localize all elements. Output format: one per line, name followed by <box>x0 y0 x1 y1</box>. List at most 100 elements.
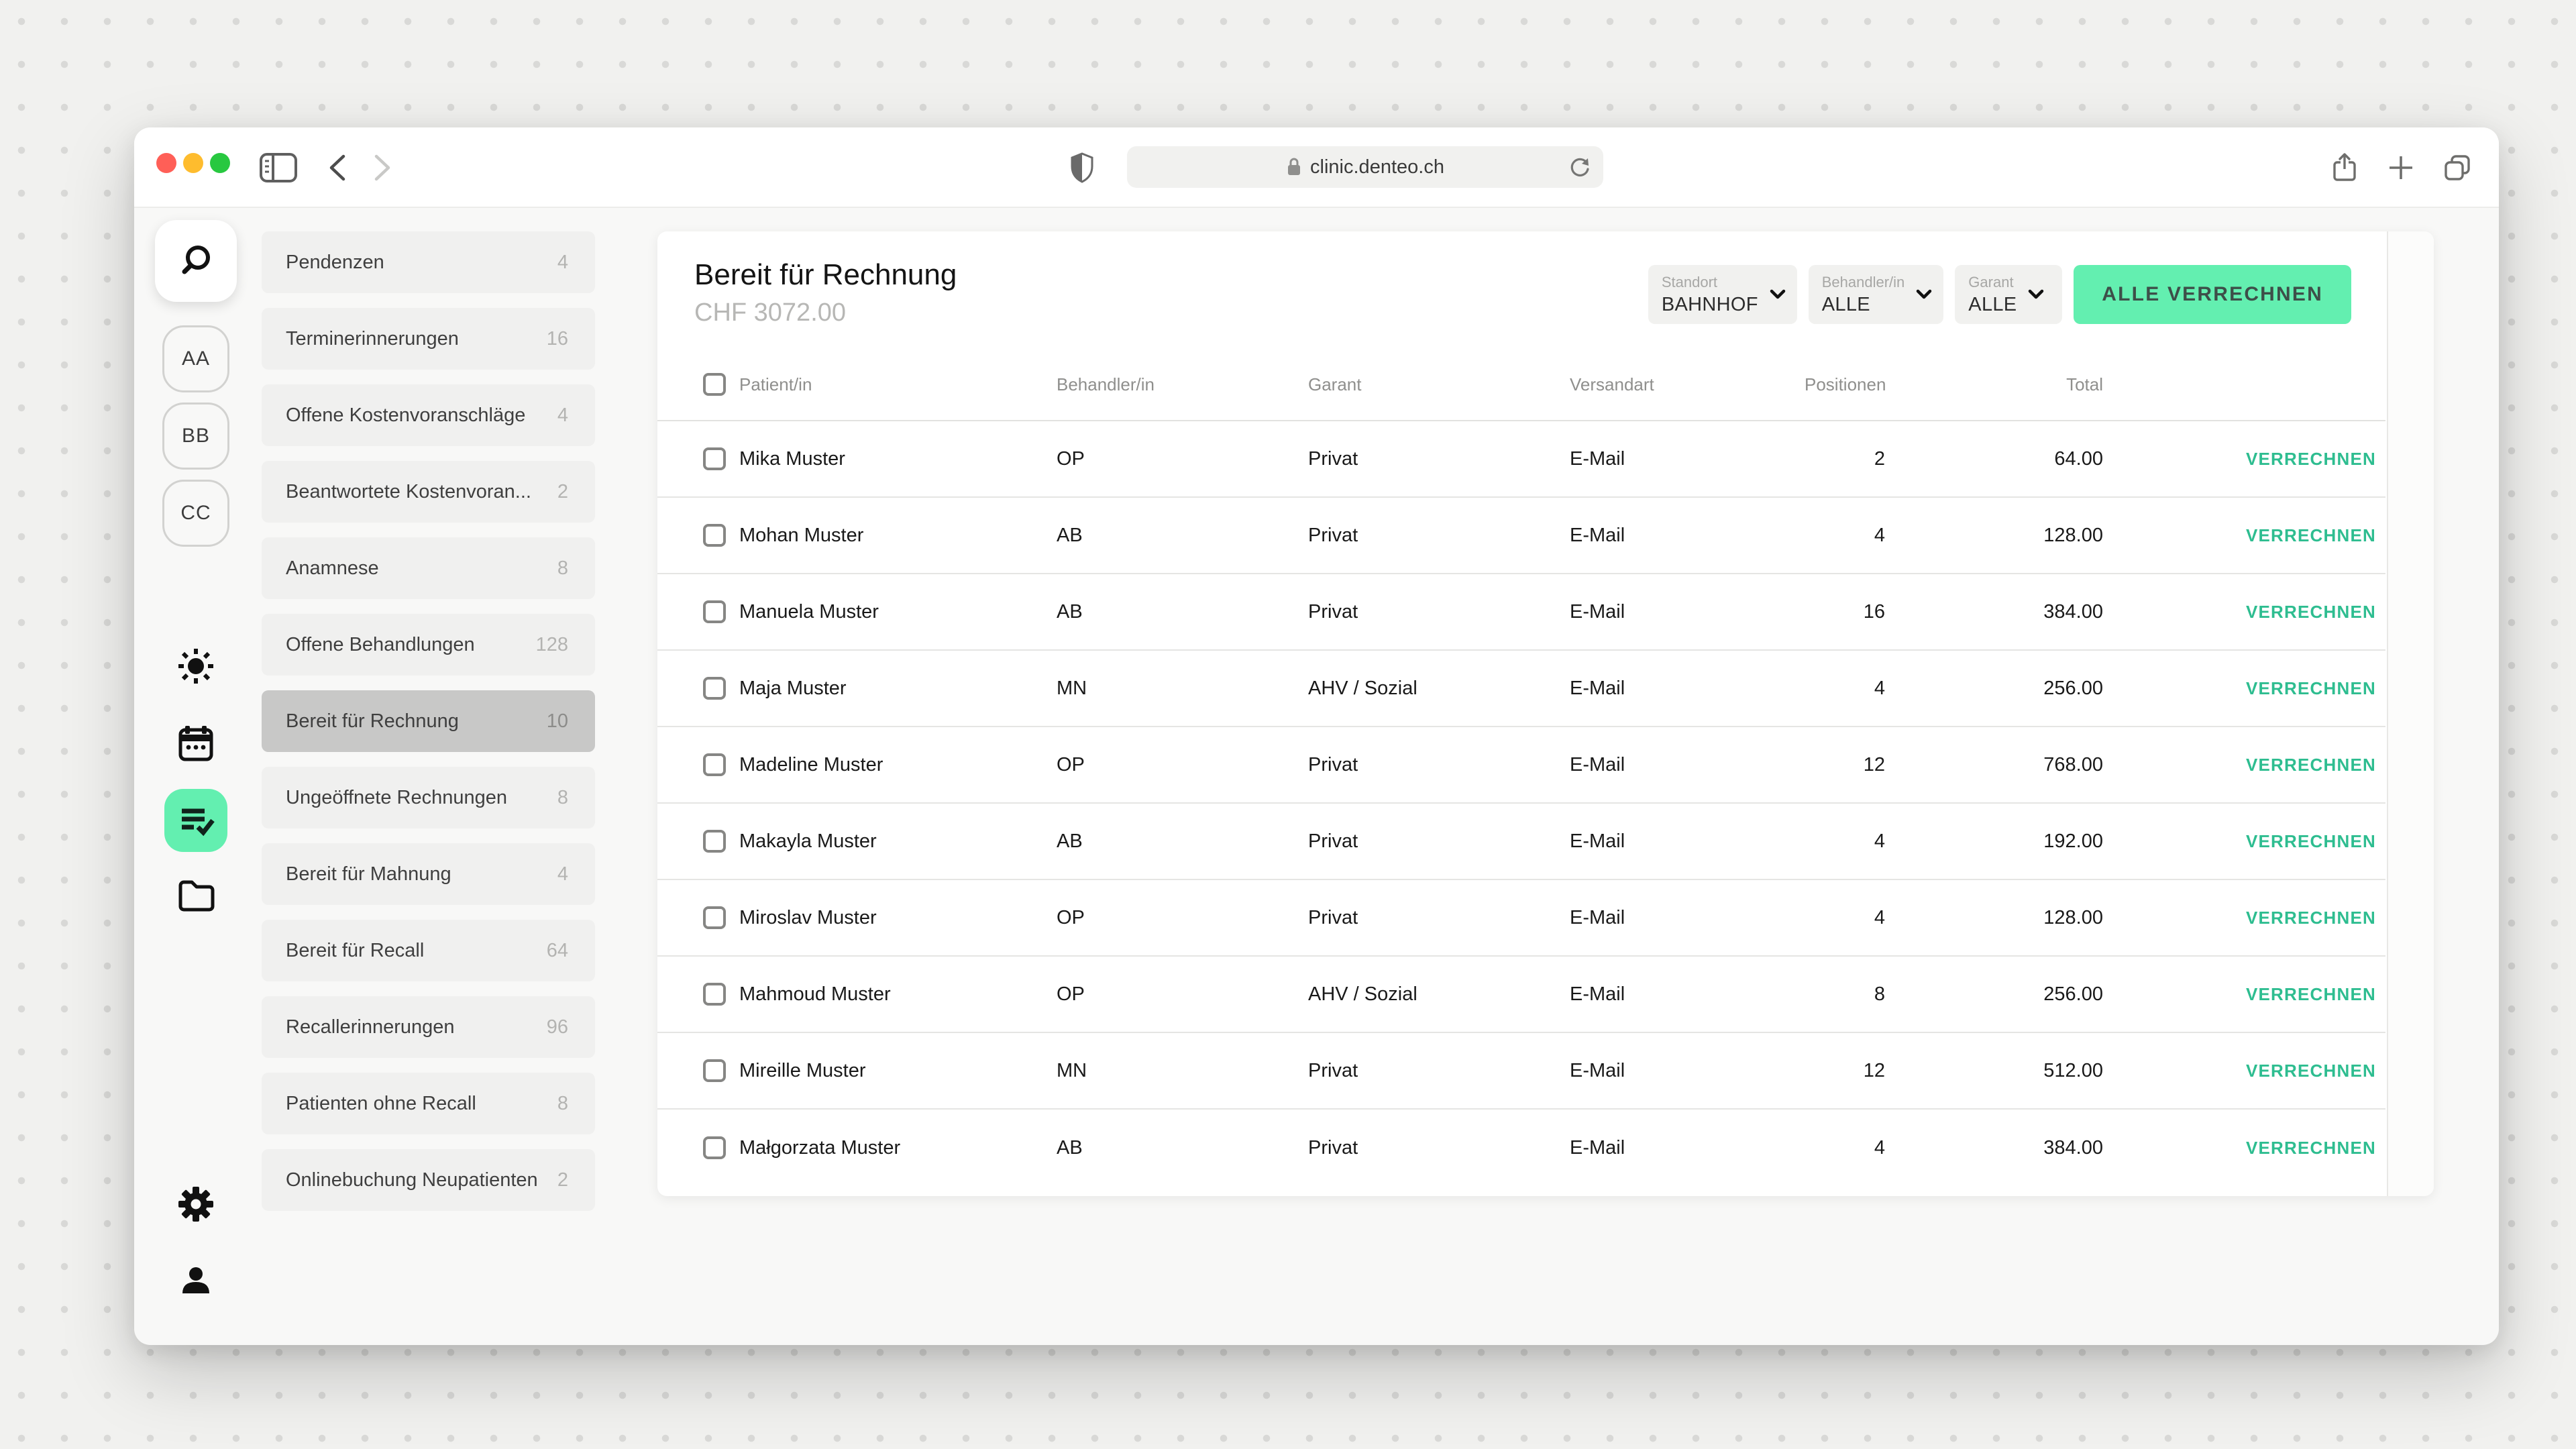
tabs-overview-icon[interactable] <box>2440 127 2474 208</box>
row-checkbox[interactable] <box>703 677 726 700</box>
sidebar-item[interactable]: Onlinebuchung Neupatienten 2 <box>262 1149 595 1211</box>
table-row[interactable]: Mika Muster OP Privat E-Mail 2 64.00 VER… <box>657 421 2385 498</box>
cell-behandler: OP <box>1057 983 1308 1006</box>
documents-button[interactable] <box>177 879 216 912</box>
verrechnen-link[interactable]: VERRECHNEN <box>2103 449 2385 470</box>
share-icon[interactable] <box>2329 127 2360 208</box>
table-row[interactable]: Miroslav Muster OP Privat E-Mail 4 128.0… <box>657 880 2385 957</box>
settings-button[interactable] <box>177 1185 215 1223</box>
forward-icon[interactable] <box>369 127 396 208</box>
theme-button[interactable] <box>177 647 215 685</box>
sidebar-item[interactable]: Ungeöffnete Rechnungen 8 <box>262 767 595 828</box>
verrechnen-link[interactable]: VERRECHNEN <box>2103 525 2385 546</box>
row-checkbox[interactable] <box>703 753 726 776</box>
privacy-shield-icon[interactable] <box>1067 127 1097 208</box>
table-row[interactable]: Makayla Muster AB Privat E-Mail 4 192.00… <box>657 804 2385 880</box>
browser-titlebar: clinic.denteo.ch <box>134 127 2499 208</box>
row-checkbox[interactable] <box>703 447 726 470</box>
filter-value: ALLE <box>1822 294 1870 316</box>
avatar[interactable]: BB <box>162 402 229 470</box>
avatar[interactable]: AA <box>162 325 229 392</box>
cell-garant: Privat <box>1308 830 1570 853</box>
table-row[interactable]: Madeline Muster OP Privat E-Mail 12 768.… <box>657 727 2385 804</box>
table-row[interactable]: Mahmoud Muster OP AHV / Sozial E-Mail 8 … <box>657 957 2385 1033</box>
sidebar-item[interactable]: Recallerinnerungen 96 <box>262 996 595 1058</box>
minimize-window-button[interactable] <box>183 153 203 173</box>
sidebar-toggle-icon[interactable] <box>260 127 297 208</box>
browser-window: clinic.denteo.ch <box>134 127 2499 1345</box>
verrechnen-link[interactable]: VERRECHNEN <box>2103 1138 2385 1159</box>
table-row[interactable]: Mohan Muster AB Privat E-Mail 4 128.00 V… <box>657 498 2385 574</box>
row-checkbox[interactable] <box>703 983 726 1006</box>
sidebar-item-label: Recallerinnerungen <box>286 1016 547 1038</box>
zoom-window-button[interactable] <box>210 153 230 173</box>
sidebar-item-label: Beantwortete Kostenvoran... <box>286 481 557 503</box>
sidebar-item[interactable]: Terminerinnerungen 16 <box>262 308 595 370</box>
cell-behandler: OP <box>1057 907 1308 929</box>
sun-icon <box>177 647 215 685</box>
verrechnen-link[interactable]: VERRECHNEN <box>2103 602 2385 623</box>
calendar-button[interactable] <box>177 724 215 762</box>
url-bar[interactable]: clinic.denteo.ch <box>1127 146 1603 188</box>
row-checkbox[interactable] <box>703 906 726 929</box>
new-tab-icon[interactable] <box>2385 127 2416 208</box>
reload-icon[interactable] <box>1567 154 1593 180</box>
verrechnen-link[interactable]: VERRECHNEN <box>2103 908 2385 928</box>
sidebar-item[interactable]: Beantwortete Kostenvoran... 2 <box>262 461 595 523</box>
close-window-button[interactable] <box>156 153 176 173</box>
alle-verrechnen-button[interactable]: ALLE VERRECHNEN <box>2074 265 2351 324</box>
avatar[interactable]: CC <box>162 480 229 547</box>
chevron-down-icon <box>1915 288 1933 301</box>
sidebar-item-label: Bereit für Recall <box>286 940 547 962</box>
verrechnen-link[interactable]: VERRECHNEN <box>2103 831 2385 852</box>
sidebar-item[interactable]: Pendenzen 4 <box>262 231 595 293</box>
table-row[interactable]: Maja Muster MN AHV / Sozial E-Mail 4 256… <box>657 651 2385 727</box>
sidebar-item[interactable]: Bereit für Rechnung 10 <box>262 690 595 752</box>
cell-total: 192.00 <box>1885 830 2103 853</box>
cell-behandler: AB <box>1057 601 1308 623</box>
verrechnen-link[interactable]: VERRECHNEN <box>2103 755 2385 775</box>
cell-patient: Makayla Muster <box>739 830 1057 853</box>
row-checkbox[interactable] <box>703 830 726 853</box>
filter-dropdown[interactable]: Standort BAHNHOF <box>1648 265 1797 324</box>
cell-positionen: 12 <box>1805 1060 1885 1082</box>
scrollbar-gutter[interactable] <box>2387 231 2434 1196</box>
sidebar-item-count: 8 <box>557 557 568 580</box>
traffic-lights <box>156 153 230 173</box>
filter-dropdown[interactable]: Garant ALLE <box>1955 265 2062 324</box>
sidebar-item-count: 4 <box>557 863 568 885</box>
table-row[interactable]: Mireille Muster MN Privat E-Mail 12 512.… <box>657 1033 2385 1110</box>
filter-dropdown[interactable]: Behandler/in ALLE <box>1809 265 1944 324</box>
row-checkbox[interactable] <box>703 524 726 547</box>
cell-positionen: 2 <box>1805 448 1885 470</box>
cell-versandart: E-Mail <box>1570 601 1805 623</box>
table-row[interactable]: Manuela Muster AB Privat E-Mail 16 384.0… <box>657 574 2385 651</box>
sidebar-item-label: Bereit für Rechnung <box>286 710 547 733</box>
row-checkbox[interactable] <box>703 1136 726 1159</box>
search-button[interactable] <box>155 220 237 302</box>
row-checkbox[interactable] <box>703 600 726 623</box>
cell-behandler: AB <box>1057 830 1308 853</box>
sidebar-item[interactable]: Patienten ohne Recall 8 <box>262 1073 595 1134</box>
sidebar-item[interactable]: Offene Behandlungen 128 <box>262 614 595 676</box>
verrechnen-link[interactable]: VERRECHNEN <box>2103 1061 2385 1081</box>
verrechnen-link[interactable]: VERRECHNEN <box>2103 678 2385 699</box>
verrechnen-link[interactable]: VERRECHNEN <box>2103 984 2385 1005</box>
sidebar-item[interactable]: Bereit für Mahnung 4 <box>262 843 595 905</box>
sidebar-item[interactable]: Anamnese 8 <box>262 537 595 599</box>
cell-positionen: 4 <box>1805 907 1885 929</box>
filter-value: ALLE <box>1968 294 2017 316</box>
cell-positionen: 4 <box>1805 525 1885 547</box>
cell-garant: Privat <box>1308 754 1570 776</box>
profile-button[interactable] <box>177 1263 215 1300</box>
sidebar-item[interactable]: Offene Kostenvoranschläge 4 <box>262 384 595 446</box>
sidebar-item-label: Bereit für Mahnung <box>286 863 557 885</box>
cell-positionen: 8 <box>1805 983 1885 1006</box>
billing-tasks-button[interactable] <box>164 789 227 852</box>
chevron-down-icon <box>1769 288 1786 301</box>
back-icon[interactable] <box>324 127 351 208</box>
sidebar-item[interactable]: Bereit für Recall 64 <box>262 920 595 981</box>
select-all-checkbox[interactable] <box>703 373 726 396</box>
row-checkbox[interactable] <box>703 1059 726 1082</box>
table-row[interactable]: Małgorzata Muster AB Privat E-Mail 4 384… <box>657 1110 2385 1186</box>
